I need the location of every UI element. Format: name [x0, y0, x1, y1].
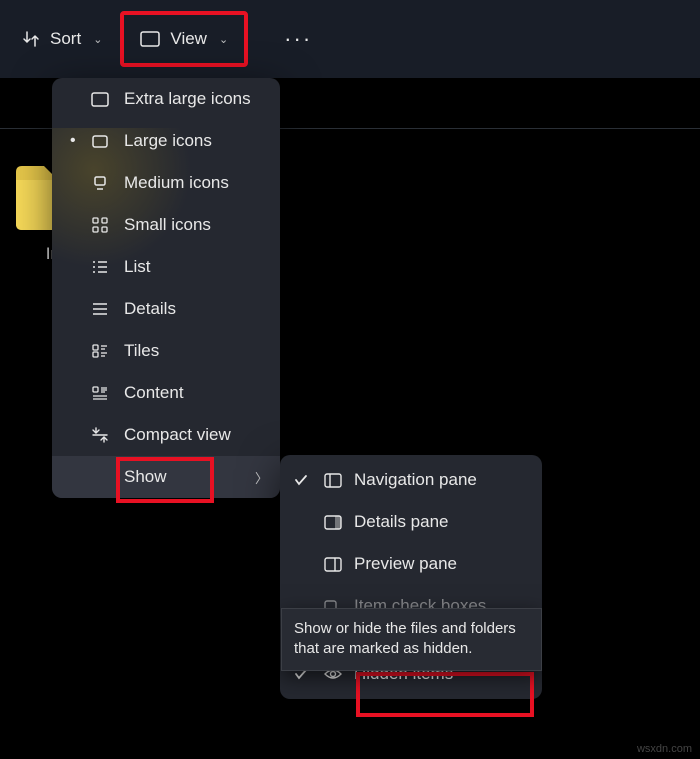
- large-icons-icon: [90, 135, 110, 148]
- menu-item-label: Extra large icons: [124, 89, 268, 109]
- preview-pane-icon: [322, 557, 344, 572]
- tooltip: Show or hide the files and folders that …: [281, 608, 542, 671]
- menu-item-label: List: [124, 257, 268, 277]
- view-icon: [140, 31, 160, 47]
- extra-large-icons-icon: [90, 92, 110, 107]
- navigation-pane-icon: [322, 473, 344, 488]
- content-icon: [90, 386, 110, 400]
- menu-item-label: Small icons: [124, 215, 268, 235]
- menu-item-label: Details: [124, 299, 268, 319]
- tiles-icon: [90, 344, 110, 358]
- check-icon: [290, 474, 312, 486]
- medium-icons-icon: [90, 176, 110, 190]
- view-menu: Extra large icons Large icons Medium ico…: [52, 78, 280, 498]
- chevron-right-icon: 〉: [255, 468, 268, 487]
- sort-icon: [22, 30, 40, 48]
- list-icon: [90, 260, 110, 274]
- submenu-item-label: Navigation pane: [354, 470, 532, 490]
- watermark: wsxdn.com: [637, 743, 692, 755]
- chevron-down-icon: ⌄: [93, 33, 102, 46]
- menu-item-label: Show: [124, 467, 241, 487]
- menu-item-medium-icons[interactable]: Medium icons: [52, 162, 280, 204]
- view-button[interactable]: View ⌄: [120, 11, 248, 67]
- compact-view-icon: [90, 427, 110, 443]
- menu-item-details[interactable]: Details: [52, 288, 280, 330]
- menu-item-label: Medium icons: [124, 173, 268, 193]
- small-icons-icon: [90, 217, 110, 233]
- menu-item-show[interactable]: Show 〉: [52, 456, 280, 498]
- tooltip-text: Show or hide the files and folders that …: [294, 620, 516, 657]
- menu-item-extra-large-icons[interactable]: Extra large icons: [52, 78, 280, 120]
- more-icon: ···: [284, 26, 312, 52]
- submenu-item-label: Details pane: [354, 512, 532, 532]
- menu-item-label: Large icons: [124, 131, 268, 151]
- menu-item-label: Compact view: [124, 425, 268, 445]
- submenu-item-navigation-pane[interactable]: Navigation pane: [280, 459, 542, 501]
- menu-item-label: Content: [124, 383, 268, 403]
- sort-label: Sort: [50, 29, 81, 49]
- menu-item-content[interactable]: Content: [52, 372, 280, 414]
- menu-item-compact-view[interactable]: Compact view: [52, 414, 280, 456]
- toolbar: Sort ⌄ View ⌄ ···: [0, 0, 700, 78]
- details-pane-icon: [322, 515, 344, 530]
- submenu-item-details-pane[interactable]: Details pane: [280, 501, 542, 543]
- menu-item-small-icons[interactable]: Small icons: [52, 204, 280, 246]
- menu-item-tiles[interactable]: Tiles: [52, 330, 280, 372]
- menu-item-large-icons[interactable]: Large icons: [52, 120, 280, 162]
- view-label: View: [170, 29, 207, 49]
- sort-button[interactable]: Sort ⌄: [10, 21, 114, 57]
- submenu-item-label: Preview pane: [354, 554, 532, 574]
- chevron-down-icon: ⌄: [219, 33, 228, 46]
- more-button[interactable]: ···: [272, 18, 324, 60]
- submenu-item-preview-pane[interactable]: Preview pane: [280, 543, 542, 585]
- menu-item-label: Tiles: [124, 341, 268, 361]
- details-icon: [90, 302, 110, 316]
- menu-item-list[interactable]: List: [52, 246, 280, 288]
